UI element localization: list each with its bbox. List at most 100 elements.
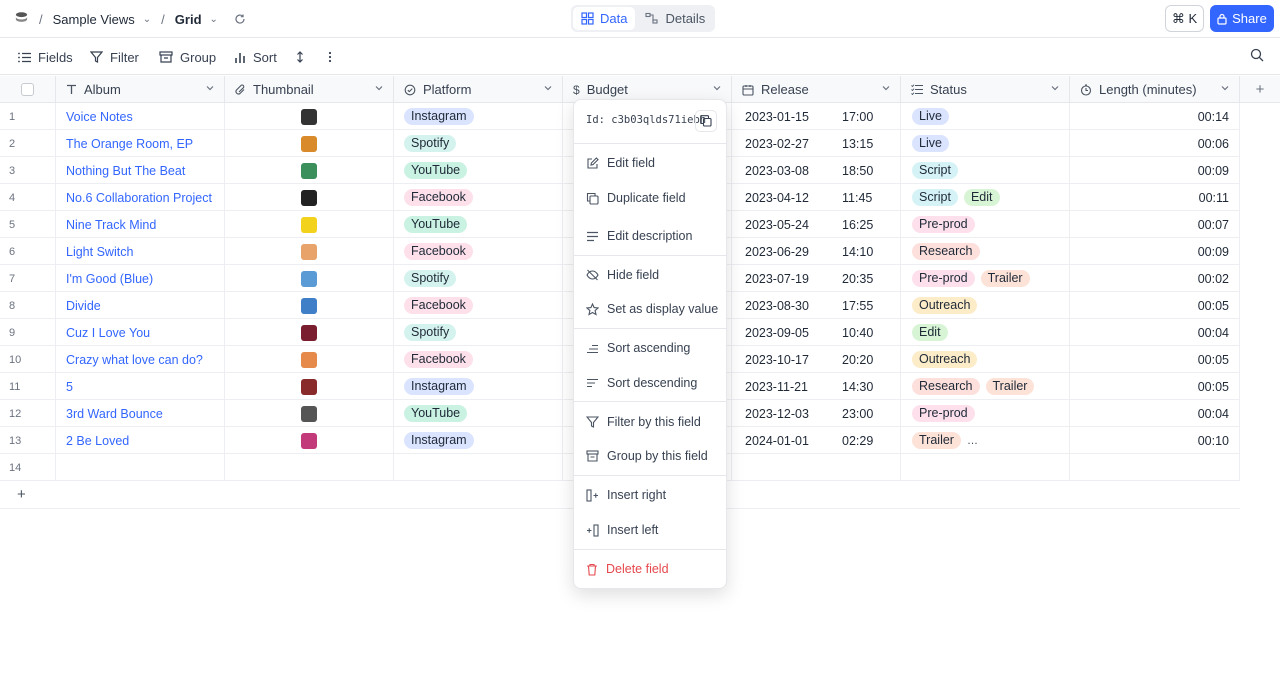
menu-item-group-by-field[interactable]: Group by this field: [574, 441, 728, 471]
status-cell[interactable]: Pre-prod Trailer: [901, 265, 1070, 292]
status-cell[interactable]: Research Trailer: [901, 373, 1070, 400]
album-cell[interactable]: Cuz I Love You: [56, 319, 225, 346]
column-header-platform[interactable]: Platform: [394, 76, 563, 103]
thumbnail-cell[interactable]: [225, 184, 394, 211]
thumbnail-image[interactable]: [301, 135, 317, 152]
thumbnail-image[interactable]: [301, 189, 317, 206]
thumbnail-cell[interactable]: [225, 130, 394, 157]
release-cell[interactable]: 2023-01-15 17:00: [732, 103, 901, 130]
length-cell[interactable]: 00:05: [1070, 346, 1240, 373]
column-header-album[interactable]: Album: [56, 76, 225, 103]
add-column-button[interactable]: +: [1240, 76, 1280, 103]
album-cell[interactable]: Nine Track Mind: [56, 211, 225, 238]
release-cell[interactable]: 2023-02-27 13:15: [732, 130, 901, 157]
thumbnail-image[interactable]: [301, 351, 317, 368]
thumbnail-image[interactable]: [301, 270, 317, 287]
chevron-down-icon[interactable]: [1221, 84, 1229, 92]
tab-details[interactable]: Details: [637, 7, 713, 30]
album-cell[interactable]: The Orange Room, EP: [56, 130, 225, 157]
release-cell[interactable]: [732, 454, 901, 481]
share-button[interactable]: Share: [1210, 5, 1274, 32]
album-cell[interactable]: Voice Notes: [56, 103, 225, 130]
status-cell[interactable]: Research: [901, 238, 1070, 265]
platform-cell[interactable]: Facebook: [394, 184, 563, 211]
platform-cell[interactable]: Instagram: [394, 373, 563, 400]
status-cell[interactable]: Script Edit: [901, 184, 1070, 211]
search-button[interactable]: [1250, 48, 1264, 62]
thumbnail-image[interactable]: [301, 243, 317, 260]
length-cell[interactable]: 00:14: [1070, 103, 1240, 130]
album-cell[interactable]: Crazy what love can do?: [56, 346, 225, 373]
album-cell[interactable]: 5: [56, 373, 225, 400]
reload-icon[interactable]: [234, 13, 246, 25]
thumbnail-image[interactable]: [301, 162, 317, 179]
length-cell[interactable]: 00:06: [1070, 130, 1240, 157]
chevron-down-icon[interactable]: [206, 84, 214, 92]
length-cell[interactable]: 00:05: [1070, 292, 1240, 319]
length-cell[interactable]: 00:11: [1070, 184, 1240, 211]
release-cell[interactable]: 2023-05-24 16:25: [732, 211, 901, 238]
menu-item-edit-description[interactable]: Edit description: [574, 221, 728, 251]
thumbnail-cell[interactable]: [225, 211, 394, 238]
chevron-down-icon[interactable]: ⌄: [210, 14, 218, 25]
album-cell[interactable]: No.6 Collaboration Project: [56, 184, 225, 211]
breadcrumb-view[interactable]: Grid: [175, 12, 202, 27]
length-cell[interactable]: 00:07: [1070, 211, 1240, 238]
menu-item-set-display-value[interactable]: Set as display value: [574, 294, 728, 324]
thumbnail-cell[interactable]: [225, 103, 394, 130]
group-button[interactable]: Group: [159, 39, 216, 75]
release-cell[interactable]: 2023-09-05 10:40: [732, 319, 901, 346]
length-cell[interactable]: 00:09: [1070, 238, 1240, 265]
command-palette-button[interactable]: ⌘ K: [1165, 5, 1204, 32]
status-cell[interactable]: Script: [901, 157, 1070, 184]
chevron-down-icon[interactable]: [882, 84, 890, 92]
menu-item-filter-by-field[interactable]: Filter by this field: [574, 407, 728, 437]
album-cell[interactable]: [56, 454, 225, 481]
release-cell[interactable]: 2023-06-29 14:10: [732, 238, 901, 265]
release-cell[interactable]: 2023-10-17 20:20: [732, 346, 901, 373]
platform-cell[interactable]: YouTube: [394, 211, 563, 238]
release-cell[interactable]: 2023-04-12 11:45: [732, 184, 901, 211]
copy-id-button[interactable]: [695, 110, 717, 132]
column-header-status[interactable]: Status: [901, 76, 1070, 103]
fields-button[interactable]: Fields: [18, 39, 73, 75]
thumbnail-cell[interactable]: [225, 238, 394, 265]
release-cell[interactable]: 2023-07-19 20:35: [732, 265, 901, 292]
platform-cell[interactable]: Facebook: [394, 292, 563, 319]
thumbnail-image[interactable]: [301, 297, 317, 314]
base-icon[interactable]: [14, 10, 29, 28]
menu-item-sort-descending[interactable]: Sort descending: [574, 368, 728, 398]
release-cell[interactable]: 2023-11-21 14:30: [732, 373, 901, 400]
platform-cell[interactable]: [394, 454, 563, 481]
thumbnail-cell[interactable]: [225, 454, 394, 481]
filter-button[interactable]: Filter: [90, 39, 139, 75]
status-cell[interactable]: Pre-prod: [901, 400, 1070, 427]
status-cell[interactable]: Live: [901, 103, 1070, 130]
chevron-down-icon[interactable]: ⌄: [143, 14, 151, 25]
length-cell[interactable]: [1070, 454, 1240, 481]
platform-cell[interactable]: Facebook: [394, 346, 563, 373]
menu-item-sort-ascending[interactable]: Sort ascending: [574, 333, 728, 363]
length-cell[interactable]: 00:09: [1070, 157, 1240, 184]
sort-button[interactable]: Sort: [234, 39, 277, 75]
album-cell[interactable]: Divide: [56, 292, 225, 319]
album-cell[interactable]: I'm Good (Blue): [56, 265, 225, 292]
platform-cell[interactable]: YouTube: [394, 400, 563, 427]
row-height-button[interactable]: [296, 39, 304, 75]
length-cell[interactable]: 00:10: [1070, 427, 1240, 454]
column-header-release[interactable]: Release: [732, 76, 901, 103]
more-options-button[interactable]: [328, 39, 332, 75]
chevron-down-icon[interactable]: [544, 84, 552, 92]
status-cell[interactable]: Trailer…: [901, 427, 1070, 454]
album-cell[interactable]: Light Switch: [56, 238, 225, 265]
thumbnail-cell[interactable]: [225, 319, 394, 346]
length-cell[interactable]: 00:05: [1070, 373, 1240, 400]
platform-cell[interactable]: Facebook: [394, 238, 563, 265]
thumbnail-cell[interactable]: [225, 373, 394, 400]
release-cell[interactable]: 2024-01-01 02:29: [732, 427, 901, 454]
length-cell[interactable]: 00:04: [1070, 319, 1240, 346]
menu-item-edit-field[interactable]: Edit field: [574, 148, 728, 178]
thumbnail-cell[interactable]: [225, 427, 394, 454]
release-cell[interactable]: 2023-08-30 17:55: [732, 292, 901, 319]
thumbnail-cell[interactable]: [225, 400, 394, 427]
